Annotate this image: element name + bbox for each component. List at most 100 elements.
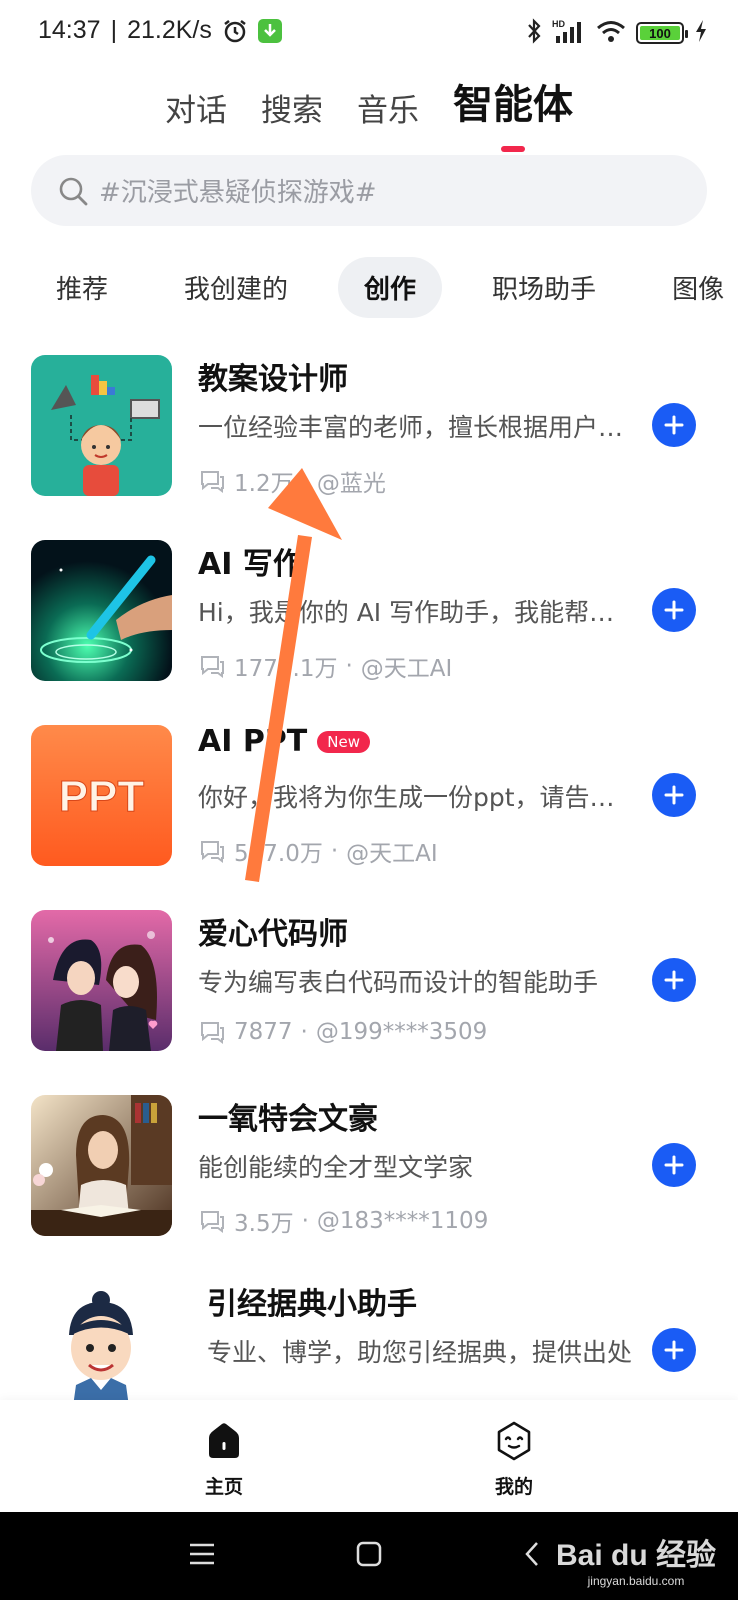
alarm-icon — [222, 18, 248, 44]
search-placeholder: #沉浸式悬疑侦探游戏# — [99, 178, 377, 208]
plus-icon — [663, 414, 685, 436]
agent-description: Hi，我是你的 AI 写作助手，我能帮你写作 — [198, 598, 638, 627]
status-bar: 14:37 | 21.2K/s HD 100 — [0, 0, 738, 64]
category-image[interactable]: 图像 — [646, 257, 738, 318]
search-bar[interactable]: #沉浸式悬疑侦探游戏# — [31, 155, 707, 226]
svg-text:PPT: PPT — [59, 772, 145, 821]
profile-face-icon — [493, 1421, 535, 1466]
category-workplace[interactable]: 职场助手 — [466, 257, 622, 318]
nav-mine[interactable]: 我的 — [454, 1420, 574, 1499]
list-item[interactable]: 一氧特会文豪 能创能续的全才型文学家 3.5万 · @183****1109 — [0, 1080, 738, 1255]
home-icon — [203, 1423, 245, 1466]
add-agent-button[interactable] — [652, 588, 696, 632]
agent-title-text: 一氧特会文豪 — [198, 1102, 378, 1137]
agent-title: 引经据典小助手 — [207, 1279, 417, 1323]
system-nav-bar: Bai du 经验 jingyan.baidu.com — [0, 1512, 738, 1600]
nav-home[interactable]: 主页 — [164, 1420, 284, 1499]
status-left: 14:37 | 21.2K/s — [38, 16, 282, 45]
chat-bubble-icon — [198, 1208, 226, 1234]
agent-chat-count: 547.0万 — [234, 841, 323, 867]
home-square-icon[interactable] — [355, 1540, 383, 1572]
agent-thumbnail-ai-writing — [31, 540, 172, 681]
add-agent-button[interactable] — [652, 773, 696, 817]
wifi-icon — [596, 19, 626, 47]
meta-dot: · — [345, 653, 353, 679]
agent-title-text: AI PPT — [198, 724, 308, 759]
top-tabs: 对话 搜索 音乐 智能体 — [0, 72, 738, 136]
meta-dot: · — [301, 468, 309, 494]
list-item[interactable]: 教案设计师 一位经验丰富的老师，擅长根据用户需求设计教案 1.2万 · @蓝光 — [0, 340, 738, 515]
chat-bubble-icon — [198, 653, 226, 679]
agent-meta: 3.5万 · @183****1109 — [198, 1204, 488, 1238]
plus-icon — [663, 1154, 685, 1176]
add-agent-button[interactable] — [652, 403, 696, 447]
category-chips: 推荐 我创建的 创作 职场助手 图像 💪 — [30, 256, 738, 318]
status-time: 14:37 — [38, 16, 101, 44]
agent-author: @天工AI — [360, 656, 453, 682]
meta-dot: · — [330, 838, 339, 864]
chat-bubble-icon — [198, 468, 226, 494]
battery-level: 100 — [649, 25, 671, 41]
agent-author: @183****1109 — [316, 1208, 489, 1234]
tab-music[interactable]: 音乐 — [357, 85, 419, 136]
agent-chat-count: 3.5万 — [234, 1211, 294, 1237]
baidu-jingyan-watermark: Bai du 经验 jingyan.baidu.com — [556, 1530, 716, 1588]
chat-bubble-icon — [198, 838, 226, 864]
battery-icon: 100 — [636, 22, 688, 44]
agent-thumbnail-teacher — [31, 355, 172, 496]
agent-chat-count: 7877 — [234, 1019, 293, 1045]
agent-thumbnail-scholar — [31, 1280, 172, 1400]
agent-description: 一位经验丰富的老师，擅长根据用户需求设计教案 — [198, 413, 638, 442]
agent-title: AI 写作 — [198, 539, 303, 583]
agent-description: 能创能续的全才型文学家 — [198, 1153, 474, 1182]
add-agent-button[interactable] — [652, 1328, 696, 1372]
agent-title-text: 引经据典小助手 — [207, 1287, 417, 1322]
tab-search[interactable]: 搜索 — [261, 85, 323, 136]
bottom-nav: 主页 我的 — [0, 1400, 738, 1512]
plus-icon — [663, 784, 685, 806]
new-badge: New — [317, 730, 370, 753]
agent-chat-count: 1.2万 — [234, 471, 294, 497]
list-item[interactable]: PPT AI PPT New 你好，我将为你生成一份ppt，请告诉我主题 547.… — [0, 710, 738, 885]
plus-icon — [663, 969, 685, 991]
charging-icon — [694, 19, 708, 47]
agent-author: @天工AI — [346, 841, 438, 867]
meta-dot: · — [301, 1208, 309, 1234]
tab-agents[interactable]: 智能体 — [453, 72, 573, 136]
chat-bubble-icon — [198, 1019, 226, 1045]
agent-title: 爱心代码师 — [198, 909, 348, 953]
agent-meta: 1.2万 · @蓝光 — [198, 464, 386, 498]
search-icon — [57, 175, 89, 207]
status-divider: | — [110, 16, 118, 44]
list-item[interactable]: AI 写作 Hi，我是你的 AI 写作助手，我能帮你写作 1772.1万 · @… — [0, 525, 738, 700]
list-item[interactable]: 爱心代码师 专为编写表白代码而设计的智能助手 7877 · @199****35… — [0, 895, 738, 1070]
add-agent-button[interactable] — [652, 1143, 696, 1187]
status-speed: 21.2K/s — [127, 16, 212, 44]
download-notification-icon — [257, 18, 282, 43]
back-chevron-icon[interactable] — [522, 1540, 542, 1572]
agent-title-text: 教案设计师 — [198, 362, 348, 397]
nav-mine-label: 我的 — [494, 1476, 533, 1498]
agent-author: @蓝光 — [316, 471, 386, 497]
watermark-main: Bai du 经验 — [555, 1539, 716, 1572]
plus-icon — [663, 599, 685, 621]
agent-title: 教案设计师 — [198, 354, 348, 398]
agent-author: @199****3509 — [315, 1019, 488, 1045]
add-agent-button[interactable] — [652, 958, 696, 1002]
list-item[interactable]: 引经据典小助手 专业、博学，助您引经据典，提供出处 — [0, 1265, 738, 1400]
tab-chat[interactable]: 对话 — [165, 85, 227, 136]
agent-meta: 1772.1万 · @天工AI — [198, 649, 452, 683]
agent-title-text: AI 写作 — [198, 547, 303, 582]
agent-description: 专业、博学，助您引经据典，提供出处 — [207, 1338, 633, 1367]
agent-meta: 547.0万 · @天工AI — [198, 834, 438, 868]
plus-icon — [663, 1339, 685, 1361]
nav-home-label: 主页 — [204, 1476, 243, 1498]
category-my-created[interactable]: 我创建的 — [158, 257, 314, 318]
bluetooth-icon — [526, 18, 542, 48]
agent-title: 一氧特会文豪 — [198, 1094, 378, 1138]
watermark-sub: jingyan.baidu.com — [587, 1574, 685, 1588]
category-recommend[interactable]: 推荐 — [30, 257, 134, 318]
menu-icon[interactable] — [188, 1540, 216, 1572]
status-right: HD 100 — [526, 18, 708, 48]
category-creation[interactable]: 创作 — [338, 256, 443, 318]
